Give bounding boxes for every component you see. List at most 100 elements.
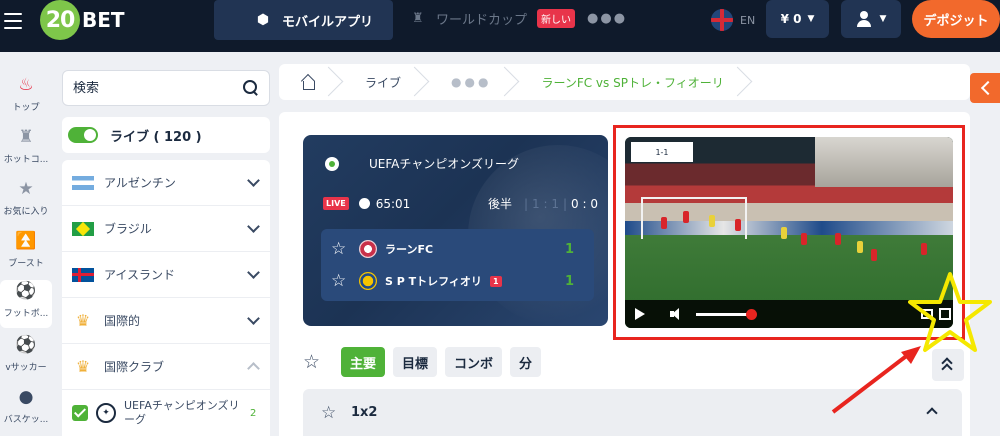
search-box[interactable]: [62, 70, 270, 106]
scoreboard: UEFAチャンピオンズリーグ LIVE 65:01 後半 | 1 : 1 | 0…: [303, 135, 608, 326]
scoreboard-league: UEFAチャンピオンズリーグ: [325, 155, 519, 172]
tab-combo[interactable]: コンボ: [445, 347, 503, 377]
rail-item-boost[interactable]: ⏫ ブースト: [0, 230, 52, 278]
league-item[interactable]: ✦ UEFAチャンピオンズリーグ 2: [62, 390, 270, 436]
league-count: 2: [250, 407, 257, 419]
video-highlight-frame: 1-1: [613, 125, 965, 340]
more-menu-dots[interactable]: ●●●: [587, 11, 627, 26]
football-icon: ⚽: [15, 281, 37, 301]
user-menu-button[interactable]: ▼: [841, 0, 901, 38]
live-filter-label: ライブ ( 120 ): [110, 129, 202, 145]
checkbox[interactable]: [72, 405, 88, 421]
half-score: 1 : 1: [532, 196, 559, 211]
language-selector[interactable]: EN: [711, 9, 755, 31]
trophy-icon: ♛: [75, 357, 91, 376]
rail-item-top[interactable]: ♨ トップ: [0, 74, 52, 122]
search-input[interactable]: [73, 80, 243, 96]
rail-item-hot[interactable]: ♜ ホットコ...: [0, 126, 52, 174]
logo[interactable]: 20 BET: [40, 0, 125, 40]
rail-label: お気に入り: [3, 207, 49, 217]
volume-slider[interactable]: [696, 313, 751, 316]
logo-text: BET: [82, 8, 125, 32]
rail-item-football[interactable]: ⚽ フットボ...: [0, 280, 52, 328]
red-card-badge: 1: [489, 275, 502, 287]
live-toggle[interactable]: [68, 127, 98, 143]
market-name: 1x2: [351, 405, 378, 420]
side-panel-toggle[interactable]: [970, 73, 1000, 103]
team-row: ☆ ラーンFC 1: [321, 231, 594, 267]
tab-goals[interactable]: 目標: [393, 347, 438, 377]
rail-item-vsoccer[interactable]: ⚽ vサッカー: [0, 334, 52, 382]
chevron-down-icon: [247, 266, 260, 279]
balance-value: ¥ 0: [780, 12, 802, 26]
list-item[interactable]: ♛ 国際クラブ: [62, 344, 270, 390]
list-item[interactable]: アルゼンチン: [62, 160, 270, 206]
league-name: UEFAチャンピオンズリーグ: [124, 399, 240, 426]
worldcup-link[interactable]: ♜ ワールドカップ 新しい ●●●: [412, 9, 627, 28]
mobile-app-label: モバイルアプリ: [282, 14, 374, 30]
menu-icon[interactable]: [4, 13, 22, 29]
chevron-up-icon: [247, 362, 260, 375]
play-icon[interactable]: [635, 308, 645, 320]
deposit-button[interactable]: デポジット: [912, 0, 1000, 38]
uefa-ball-icon: ✦: [96, 403, 116, 423]
chevron-down-icon: [247, 174, 260, 187]
player: [709, 215, 715, 227]
star-outline-icon[interactable]: ☆: [303, 351, 329, 373]
basketball-icon: ●: [18, 387, 34, 407]
star-outline-icon[interactable]: ☆: [331, 271, 351, 291]
tab-minutes[interactable]: 分: [510, 347, 542, 377]
match-panel: UEFAチャンピオンズリーグ LIVE 65:01 後半 | 1 : 1 | 0…: [279, 112, 970, 436]
breadcrumb: ライブ ●●● ラーンFC vs SPトレ・フィオーリ: [279, 64, 970, 100]
top-bar: 20 BET ⬢ モバイルアプリ ♜ ワールドカップ 新しい ●●● EN ¥ …: [0, 0, 1000, 52]
fullscreen-icon[interactable]: [939, 308, 951, 320]
sport-rail: ♨ トップ ♜ ホットコ... ★ お気に入り ⏫ ブースト ⚽ フットボ...…: [0, 70, 52, 436]
search-icon[interactable]: [243, 80, 259, 96]
live-video-player[interactable]: 1-1: [625, 137, 953, 328]
chevron-down-icon: ▼: [807, 14, 815, 24]
player: [781, 227, 787, 239]
live-filter-row[interactable]: ライブ ( 120 ): [62, 117, 270, 153]
balance-button[interactable]: ¥ 0 ▼: [766, 0, 829, 38]
user-icon: [856, 11, 872, 27]
volume-slider-knob[interactable]: [746, 309, 757, 320]
chevron-up-icon: [926, 407, 938, 419]
market-header[interactable]: ☆ 1x2: [303, 389, 962, 436]
tab-main[interactable]: 主要: [341, 347, 386, 377]
breadcrumb-live[interactable]: ライブ: [343, 64, 429, 100]
match-period: 後半: [487, 197, 512, 211]
country-name: 国際クラブ: [104, 360, 165, 374]
team-logo: [359, 240, 377, 258]
rail-item-basketball[interactable]: ● バスケッ...: [0, 386, 52, 434]
player: [661, 217, 667, 229]
volume-icon[interactable]: [670, 308, 684, 320]
breadcrumb-current: ラーンFC vs SPトレ・フィオーリ: [519, 64, 751, 100]
country-list: アルゼンチン ブラジル アイスランド ♛ 国際的 ♛ 国際クラブ ✦ UEFAチ…: [62, 160, 270, 436]
breadcrumb-label: ラーンFC vs SPトレ・フィオーリ: [541, 75, 724, 90]
uk-flag-icon: [711, 9, 733, 31]
video-building: [815, 137, 953, 187]
breadcrumb-home[interactable]: [279, 64, 343, 100]
team-name: S P Tトレフィオリ: [385, 275, 482, 288]
screen-mode-icon[interactable]: [921, 309, 933, 319]
star-icon: ★: [18, 179, 34, 199]
rail-item-favorites[interactable]: ★ お気に入り: [0, 178, 52, 226]
player: [921, 243, 927, 255]
android-icon: ⬢: [256, 12, 270, 28]
live-badge: LIVE: [323, 197, 349, 210]
star-outline-icon[interactable]: ☆: [331, 239, 351, 259]
video-score-overlay: 1-1: [631, 142, 693, 162]
list-item[interactable]: ♛ 国際的: [62, 298, 270, 344]
country-name: ブラジル: [104, 222, 152, 236]
collapse-all-button[interactable]: [932, 349, 964, 381]
list-item[interactable]: ブラジル: [62, 206, 270, 252]
list-item[interactable]: アイスランド: [62, 252, 270, 298]
chevron-down-icon: [247, 312, 260, 325]
star-outline-icon[interactable]: ☆: [321, 403, 343, 423]
breadcrumb-more[interactable]: ●●●: [429, 64, 519, 100]
argentina-flag-icon: [72, 175, 94, 190]
country-name: 国際的: [104, 314, 141, 328]
new-badge: 新しい: [537, 9, 576, 28]
mobile-app-button[interactable]: ⬢ モバイルアプリ: [214, 0, 393, 40]
team-name: ラーンFC: [385, 243, 434, 256]
